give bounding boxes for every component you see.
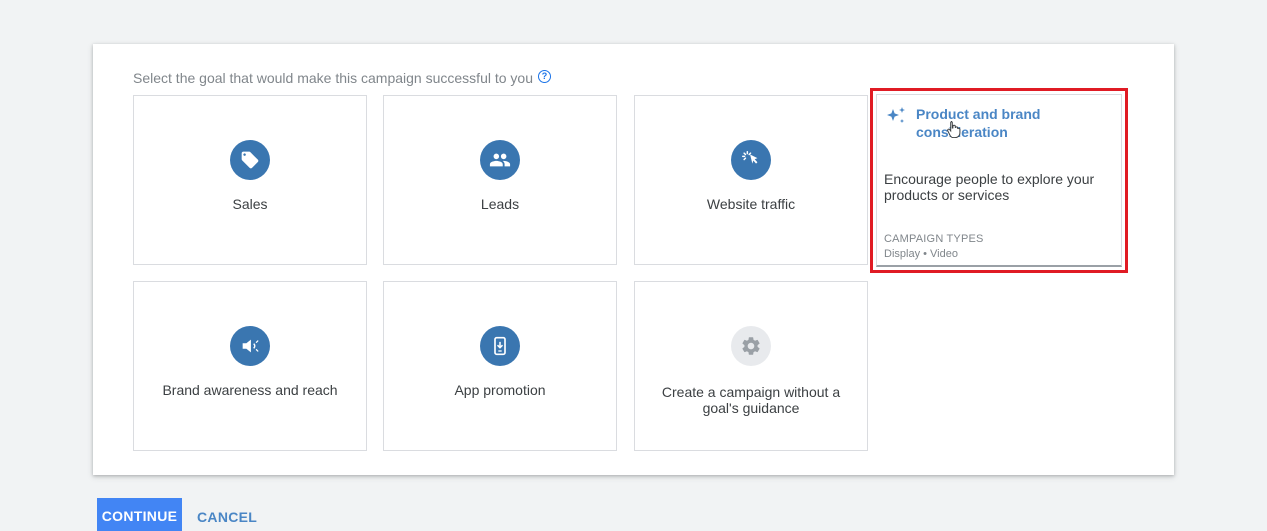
goal-label: Brand awareness and reach <box>162 382 338 398</box>
goal-card-leads[interactable]: Leads <box>383 95 617 265</box>
gear-icon <box>731 326 771 366</box>
continue-button[interactable]: CONTINUE <box>97 498 182 531</box>
campaign-types-value: Display • Video <box>884 248 958 260</box>
megaphone-icon <box>230 326 270 366</box>
goal-card-no-guidance[interactable]: Create a campaign without a goal's guida… <box>634 281 868 451</box>
selected-card-body: Product and brand consideration Encourag… <box>876 94 1122 267</box>
help-icon[interactable]: ? <box>538 69 551 83</box>
hand-cursor-icon <box>947 120 961 143</box>
goal-card-website-traffic[interactable]: Website traffic <box>634 95 868 265</box>
goal-selection-panel: Select the goal that would make this cam… <box>93 44 1174 475</box>
selected-goal-title: Product and brand consideration <box>916 106 1041 140</box>
campaign-types-label: CAMPAIGN TYPES <box>884 233 984 245</box>
cancel-button[interactable]: CANCEL <box>197 509 257 525</box>
goal-card-product-brand-consideration[interactable]: Product and brand consideration Encourag… <box>870 88 1128 273</box>
goal-label: App promotion <box>454 382 546 398</box>
selected-goal-description: Encourage people to explore your product… <box>884 171 1095 203</box>
goal-card-brand-awareness[interactable]: Brand awareness and reach <box>133 281 367 451</box>
goal-card-app-promotion[interactable]: App promotion <box>383 281 617 451</box>
goal-label: Create a campaign without a goal's guida… <box>661 384 841 416</box>
goal-prompt-text: Select the goal that would make this cam… <box>133 70 533 86</box>
mobile-download-icon <box>480 326 520 366</box>
goal-card-sales[interactable]: Sales <box>133 95 367 265</box>
goal-label: Leads <box>480 196 520 212</box>
people-icon <box>480 140 520 180</box>
sparkle-icon <box>884 105 908 134</box>
goal-label: Sales <box>232 196 268 212</box>
tag-icon <box>230 140 270 180</box>
goal-prompt: Select the goal that would make this cam… <box>133 69 551 86</box>
cursor-click-icon <box>731 140 771 180</box>
goal-label: Website traffic <box>706 196 796 212</box>
